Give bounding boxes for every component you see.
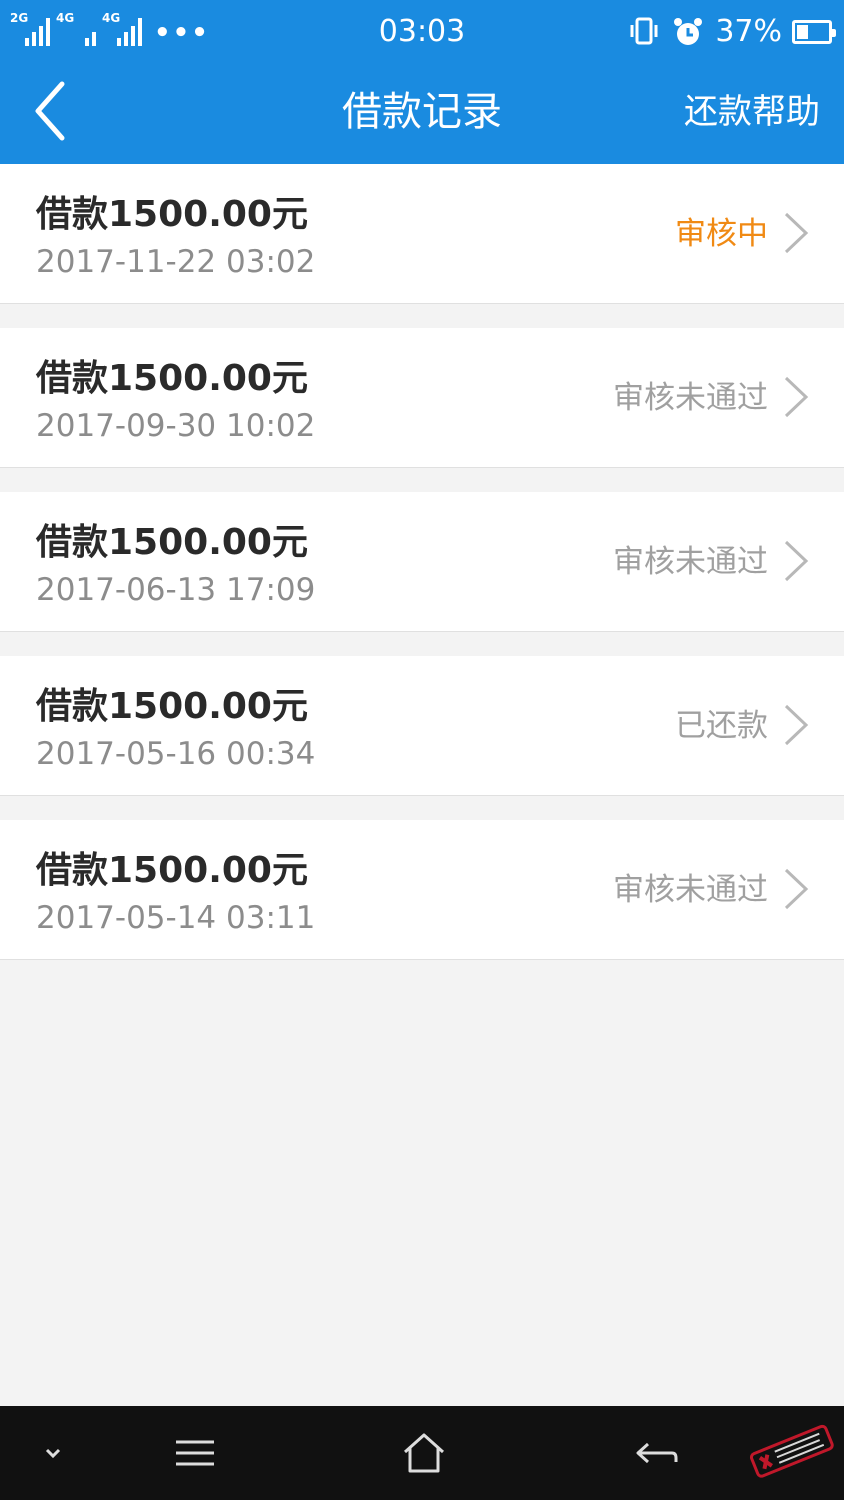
battery-percent: 37% [715, 14, 782, 49]
repayment-help-link[interactable]: 还款帮助 [684, 90, 820, 134]
loan-status: 审核未通过 [613, 872, 768, 908]
loan-date: 2017-09-30 10:02 [36, 408, 316, 444]
chevron-right-icon [784, 540, 809, 582]
loan-amount: 借款1500.00元 [36, 194, 308, 235]
loan-date: 2017-05-16 00:34 [36, 736, 316, 772]
battery-fill [797, 25, 808, 39]
loan-record-row[interactable]: 借款1500.00元 2017-09-30 10:02 审核未通过 [0, 328, 844, 468]
vibrate-icon [630, 17, 658, 45]
status-right: 37% [627, 12, 836, 52]
system-nav-bar [0, 1406, 844, 1500]
loan-status: 审核未通过 [613, 544, 768, 580]
loan-date: 2017-06-13 17:09 [36, 572, 316, 608]
loan-status: 已还款 [675, 708, 768, 744]
status-bar: 2G 4G 4G ••• 03:03 37% [0, 0, 844, 62]
app-header: 2G 4G 4G ••• 03:03 37% 借款记录 还款帮助 [0, 0, 844, 164]
loan-amount: 借款1500.00元 [36, 850, 308, 891]
alarm-icon [674, 18, 703, 45]
loan-amount: 借款1500.00元 [36, 358, 308, 399]
nav-bar: 借款记录 还款帮助 [0, 62, 844, 164]
chevron-right-icon [784, 212, 809, 254]
back-arrow-icon[interactable] [632, 1428, 682, 1478]
chevron-down-icon[interactable] [28, 1428, 78, 1478]
chevron-right-icon [784, 704, 809, 746]
loan-date: 2017-05-14 03:11 [36, 900, 316, 936]
loan-record-row[interactable]: 借款1500.00元 2017-11-22 03:02 审核中 [0, 164, 844, 304]
loan-amount: 借款1500.00元 [36, 522, 308, 563]
home-icon[interactable] [399, 1428, 449, 1478]
loan-record-row[interactable]: 借款1500.00元 2017-06-13 17:09 审核未通过 [0, 492, 844, 632]
battery-icon [792, 20, 836, 44]
chevron-right-icon [784, 868, 809, 910]
menu-icon[interactable] [170, 1428, 220, 1478]
watermark-logo [749, 1424, 834, 1478]
loan-record-row[interactable]: 借款1500.00元 2017-05-16 00:34 已还款 [0, 656, 844, 796]
loan-record-row[interactable]: 借款1500.00元 2017-05-14 03:11 审核未通过 [0, 820, 844, 960]
loan-amount: 借款1500.00元 [36, 686, 308, 727]
loan-date: 2017-11-22 03:02 [36, 244, 316, 280]
chevron-right-icon [784, 376, 809, 418]
loan-status: 审核未通过 [613, 380, 768, 416]
loan-status: 审核中 [675, 216, 768, 252]
